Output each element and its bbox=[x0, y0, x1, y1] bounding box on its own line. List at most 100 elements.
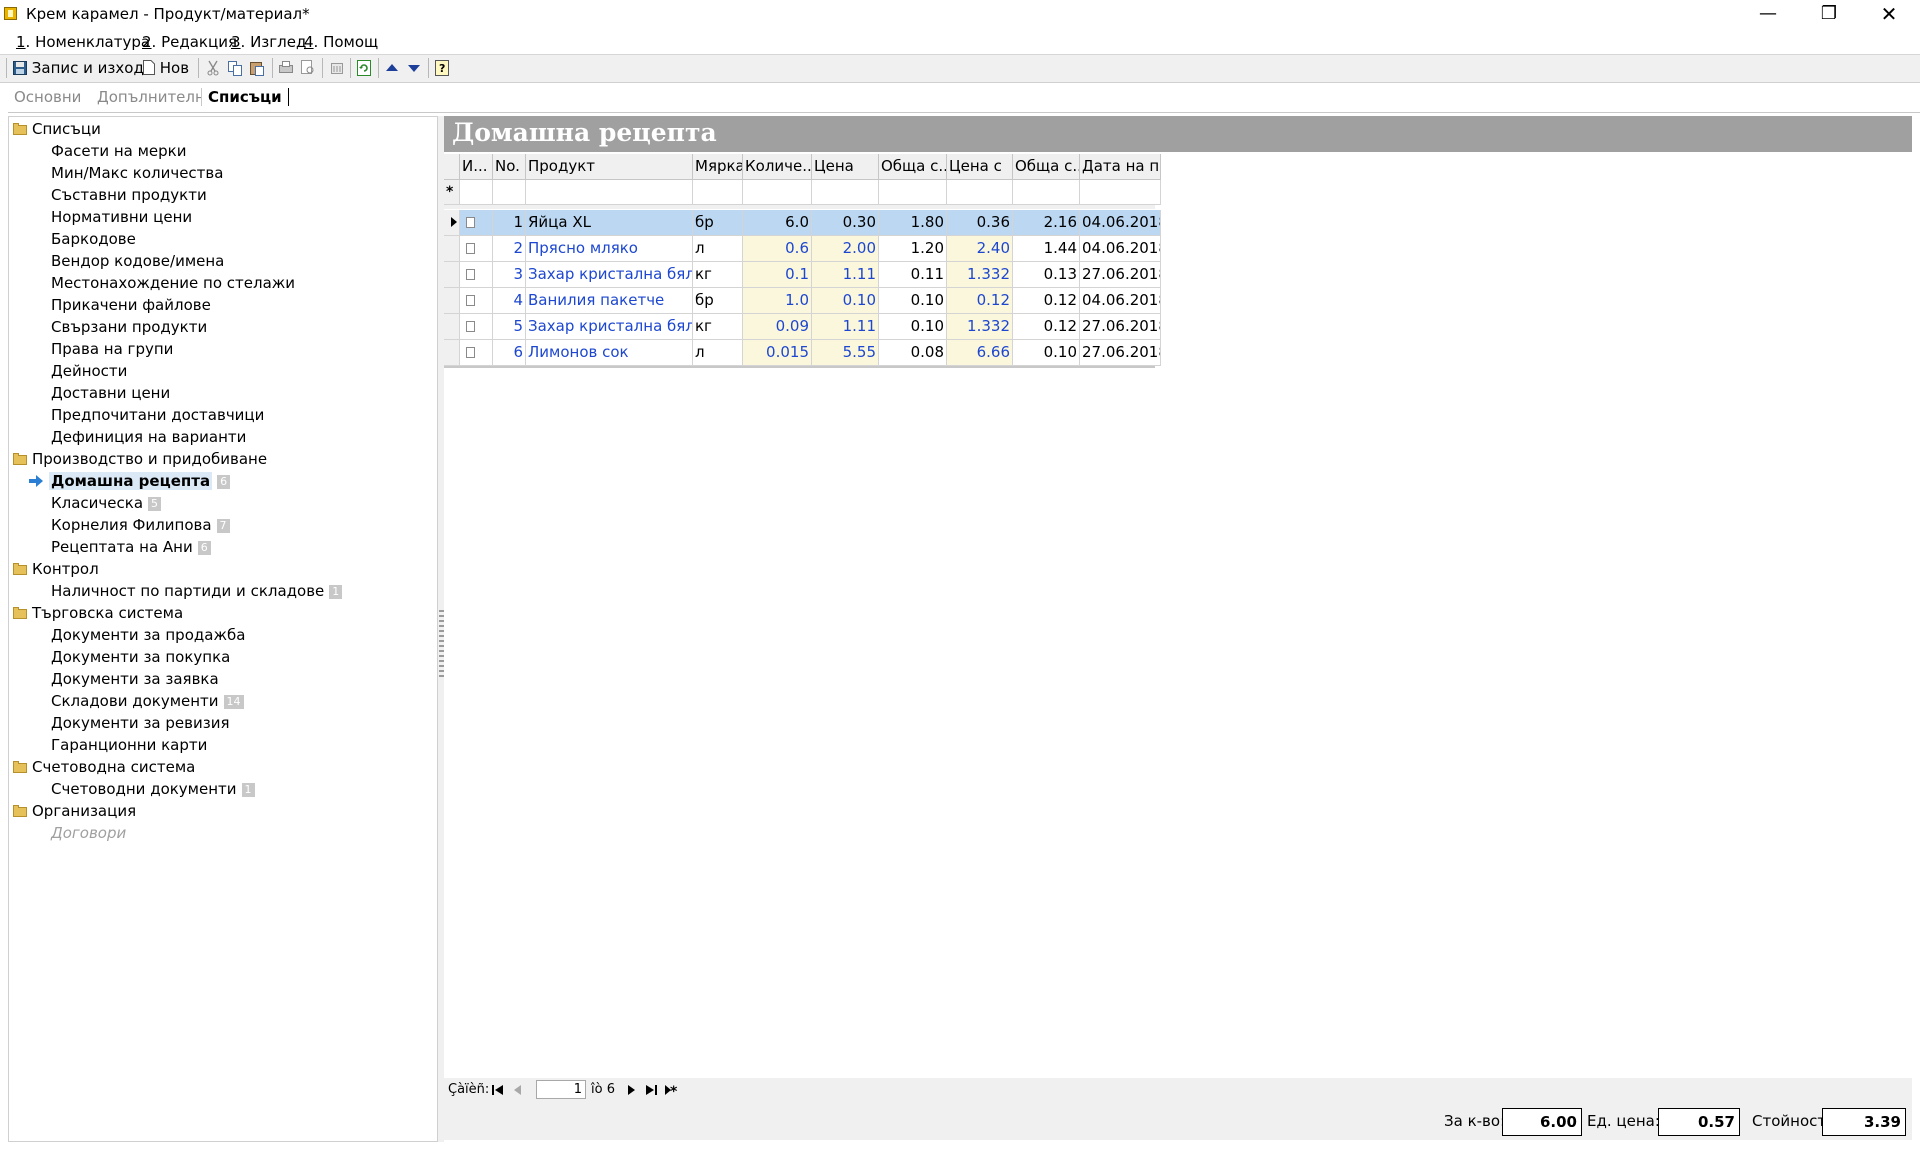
print-icon[interactable] bbox=[278, 59, 294, 77]
tab-basic[interactable]: Основни bbox=[8, 88, 87, 106]
tree-item[interactable]: Дефиниция на варианти bbox=[9, 426, 246, 448]
cell-date[interactable]: 27.06.2018 bbox=[1080, 262, 1161, 288]
table-row[interactable]: 4 Ванилия пакетче бр 1.0 0.10 0.10 0.12 0.12 04.… bbox=[444, 288, 1161, 314]
tree-item[interactable]: Домашна рецепта 6 bbox=[9, 470, 231, 492]
cut-icon[interactable] bbox=[205, 59, 221, 77]
help-icon[interactable]: ? bbox=[434, 59, 450, 77]
column-header[interactable]: Обща с... bbox=[1013, 154, 1080, 180]
cell-total_vat[interactable]: 0.13 bbox=[1013, 262, 1080, 288]
tree-group[interactable]: Организация bbox=[9, 800, 136, 822]
cell-price[interactable]: 0.10 bbox=[812, 288, 879, 314]
cell-price_vat[interactable]: 1.332 bbox=[947, 262, 1013, 288]
tree-group[interactable]: Списъци bbox=[9, 118, 101, 140]
cell-date[interactable]: 04.06.2018 bbox=[1080, 288, 1161, 314]
menu-help[interactable]: 4. Помощ bbox=[304, 33, 378, 51]
tree-item[interactable]: Баркодове bbox=[9, 228, 136, 250]
menu-edit[interactable]: 2. Редакция bbox=[142, 33, 237, 51]
tree-item[interactable]: Нормативни цени bbox=[9, 206, 192, 228]
cell-unit[interactable]: бр bbox=[693, 210, 743, 236]
tab-lists[interactable]: Списъци bbox=[201, 88, 289, 106]
tree-group[interactable]: Търговска система bbox=[9, 602, 183, 624]
cell-price_vat[interactable]: 2.40 bbox=[947, 236, 1013, 262]
cell-total[interactable]: 1.20 bbox=[879, 236, 947, 262]
cell-date[interactable]: 27.06.2018 bbox=[1080, 314, 1161, 340]
column-header[interactable]: No. bbox=[493, 154, 526, 180]
print-preview-icon[interactable] bbox=[300, 59, 316, 77]
cell-price[interactable]: 0.30 bbox=[812, 210, 879, 236]
cell-price[interactable]: 1.11 bbox=[812, 314, 879, 340]
new-record-icon[interactable]: * bbox=[662, 1081, 680, 1099]
column-header[interactable]: Продукт bbox=[526, 154, 693, 180]
cell-qty[interactable]: 1.0 bbox=[743, 288, 812, 314]
column-header[interactable]: Дата на п... bbox=[1080, 154, 1161, 180]
cell-date[interactable]: 04.06.2018 bbox=[1080, 236, 1161, 262]
tree-item[interactable]: Съставни продукти bbox=[9, 184, 207, 206]
cell-no[interactable]: 1 bbox=[493, 210, 526, 236]
tree-item[interactable]: Права на групи bbox=[9, 338, 173, 360]
tree-item[interactable]: Фасети на мерки bbox=[9, 140, 186, 162]
tree-item[interactable]: Класическа 5 bbox=[9, 492, 162, 514]
cell-total_vat[interactable]: 0.10 bbox=[1013, 340, 1080, 366]
cell-price_vat[interactable]: 0.36 bbox=[947, 210, 1013, 236]
move-down-icon[interactable] bbox=[406, 59, 422, 77]
new-row[interactable]: * bbox=[444, 180, 1161, 205]
column-header[interactable]: И... bbox=[460, 154, 493, 180]
record-number-input[interactable]: 1 bbox=[536, 1080, 586, 1099]
cell-qty[interactable]: 0.015 bbox=[743, 340, 812, 366]
tree-item[interactable]: Рецептата на Ани 6 bbox=[9, 536, 211, 558]
tree-item[interactable]: Гаранционни карти bbox=[9, 734, 207, 756]
delete-icon[interactable] bbox=[329, 59, 345, 77]
move-up-icon[interactable] bbox=[384, 59, 400, 77]
cell-price[interactable]: 1.11 bbox=[812, 262, 879, 288]
column-header[interactable]: Обща с... bbox=[879, 154, 947, 180]
menu-nomenclature[interactable]: 1. Номенклатура bbox=[16, 33, 150, 51]
table-row[interactable]: 5 Захар кристална бяла кг 0.09 1.11 0.10 1.332… bbox=[444, 314, 1161, 340]
cell-total_vat[interactable]: 1.44 bbox=[1013, 236, 1080, 262]
table-row[interactable]: 2 Прясно мляко л 0.6 2.00 1.20 2.40 1.44 04.06.2… bbox=[444, 236, 1161, 262]
cell-date[interactable]: 04.06.2018 bbox=[1080, 210, 1161, 236]
cell-date[interactable]: 27.06.2018 bbox=[1080, 340, 1161, 366]
next-record-icon[interactable] bbox=[622, 1081, 640, 1099]
cell-no[interactable]: 6 bbox=[493, 340, 526, 366]
cell-total[interactable]: 0.08 bbox=[879, 340, 947, 366]
tree-item[interactable]: Документи за ревизия bbox=[9, 712, 229, 734]
copy-icon[interactable] bbox=[227, 59, 243, 77]
cell-qty[interactable]: 0.09 bbox=[743, 314, 812, 340]
cell-price_vat[interactable]: 0.12 bbox=[947, 288, 1013, 314]
cell-product[interactable]: Захар кристална бяла bbox=[526, 262, 693, 288]
cell-no[interactable]: 2 bbox=[493, 236, 526, 262]
tree-item[interactable]: Местонахождение по стелажи bbox=[9, 272, 295, 294]
tree-item[interactable]: Дейности bbox=[9, 360, 127, 382]
tree-item[interactable]: Корнелия Филипова 7 bbox=[9, 514, 230, 536]
cell-total[interactable]: 0.10 bbox=[879, 288, 947, 314]
cell-price[interactable]: 2.00 bbox=[812, 236, 879, 262]
tree-item[interactable]: Счетоводни документи 1 bbox=[9, 778, 255, 800]
cell-total[interactable]: 0.11 bbox=[879, 262, 947, 288]
prev-record-icon[interactable] bbox=[509, 1081, 527, 1099]
table-row[interactable]: 1 Яйца XL бр 6.0 0.30 1.80 0.36 2.16 04.06.2018 bbox=[444, 210, 1161, 236]
tree-item[interactable]: Предпочитани доставчици bbox=[9, 404, 264, 426]
column-header[interactable]: Цена с bbox=[947, 154, 1013, 180]
tree-item[interactable]: Доставни цени bbox=[9, 382, 170, 404]
cell-unit[interactable]: кг bbox=[693, 314, 743, 340]
tree-item[interactable]: Вендор кодове/имена bbox=[9, 250, 224, 272]
first-record-icon[interactable] bbox=[489, 1081, 507, 1099]
cell-unit[interactable]: кг bbox=[693, 262, 743, 288]
cell-unit[interactable]: л bbox=[693, 340, 743, 366]
cell-total_vat[interactable]: 0.12 bbox=[1013, 314, 1080, 340]
tree-item[interactable]: Мин/Макс количества bbox=[9, 162, 223, 184]
new-button[interactable]: Нов bbox=[143, 58, 189, 78]
maximize-button[interactable]: ❐ bbox=[1806, 0, 1852, 30]
minimize-button[interactable]: — bbox=[1745, 0, 1791, 30]
column-header[interactable]: Количе... bbox=[743, 154, 812, 180]
column-header[interactable]: Цена bbox=[812, 154, 879, 180]
tree-item[interactable]: Наличност по партиди и складове 1 bbox=[9, 580, 343, 602]
save-exit-button[interactable]: Запис и изход bbox=[13, 58, 144, 78]
tree-group[interactable]: Производство и придобиване bbox=[9, 448, 267, 470]
tree-item[interactable]: Прикачени файлове bbox=[9, 294, 211, 316]
cell-qty[interactable]: 6.0 bbox=[743, 210, 812, 236]
cell-product[interactable]: Захар кристална бяла bbox=[526, 314, 693, 340]
menu-view[interactable]: 3. Изглед bbox=[231, 33, 306, 51]
table-row[interactable]: 3 Захар кристална бяла кг 0.1 1.11 0.11 1.332 0… bbox=[444, 262, 1161, 288]
cell-product[interactable]: Ванилия пакетче bbox=[526, 288, 693, 314]
